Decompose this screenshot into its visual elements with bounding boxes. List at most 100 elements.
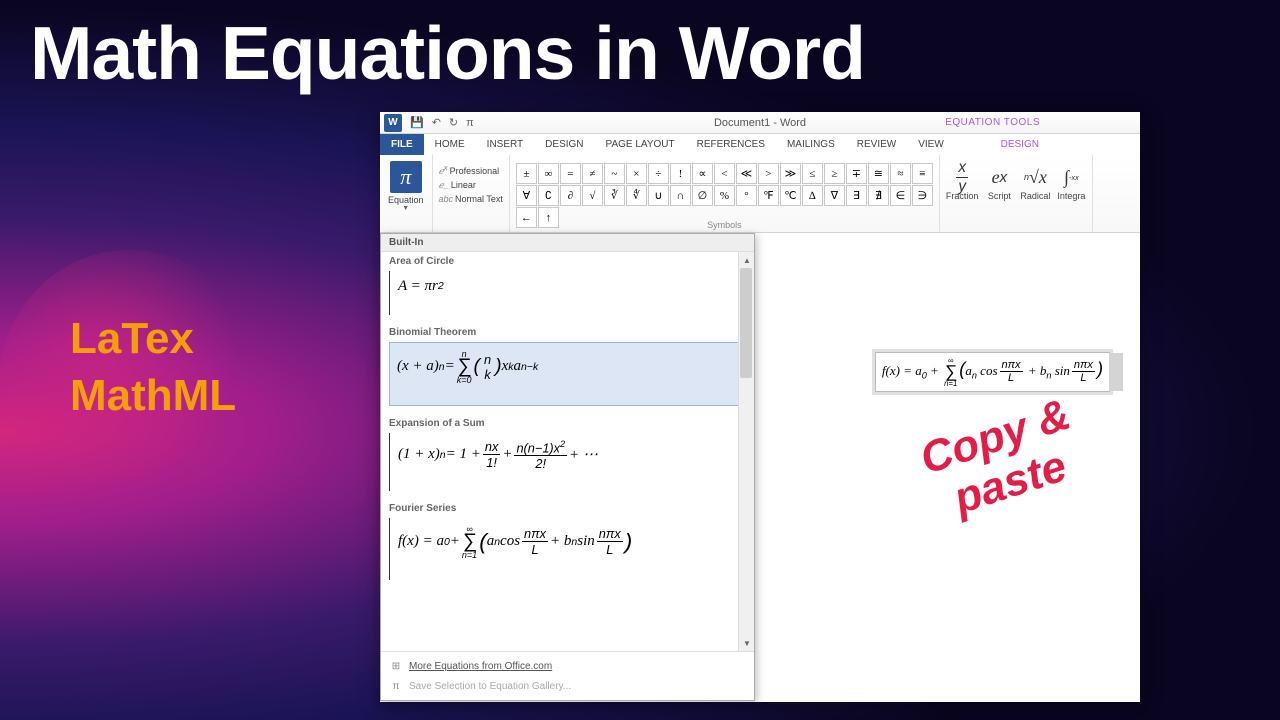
dropdown-header: Built-In [381,234,754,252]
side-line-1: LaTex [70,310,236,367]
qat-redo-icon[interactable]: ↻ [447,116,460,129]
radical-icon: n√x [1020,163,1050,191]
tab-view[interactable]: VIEW [907,134,955,155]
symbol-∞[interactable]: ∞ [538,163,559,184]
symbol-≅[interactable]: ≅ [868,163,889,184]
gallery-item-fourier[interactable]: f(x) = a0 + ∞∑n=1 (an cosnπxL + bn sinnπ… [389,518,746,580]
symbol-∩[interactable]: ∩ [670,185,691,206]
symbol-℉[interactable]: ℉ [758,185,779,206]
symbol-∇[interactable]: ∇ [824,185,845,206]
tab-design[interactable]: DESIGN [534,134,594,155]
equation-button-label: Equation [388,195,424,205]
symbol-∂[interactable]: ∂ [560,185,581,206]
symbol-∛[interactable]: ∛ [604,185,625,206]
integral-button[interactable]: ∫-xxIntegra [1056,163,1086,201]
tab-equation-design[interactable]: DESIGN [990,134,1050,155]
symbol-<[interactable]: < [714,163,735,184]
ribbon-group-tools: ℯxProfessional ℯ_Linear abcNormal Text [433,155,510,232]
scroll-thumb[interactable] [740,268,752,378]
tab-references[interactable]: REFERENCES [686,134,776,155]
symbol-≪[interactable]: ≪ [736,163,757,184]
qat-pi-icon[interactable]: π [464,117,476,129]
gallery-item-title: Fourier Series [381,499,754,516]
symbol-grid: ±∞=≠~×÷!∝<≪>≫≤≥∓≅≈≡ ∀∁∂√∛∜∪∩∅%°℉℃∆∇∃∄∈∋ ←↑ [516,159,933,228]
professional-button[interactable]: ℯxProfessional [439,163,503,177]
qat-undo-icon[interactable]: ↶ [430,116,443,129]
normal-text-button[interactable]: abcNormal Text [439,194,503,204]
symbol-~[interactable]: ~ [604,163,625,184]
symbol-℃[interactable]: ℃ [780,185,801,206]
symbol-×[interactable]: × [626,163,647,184]
gallery-item-area-circle[interactable]: A = πr2 [389,271,746,315]
symbol-![interactable]: ! [670,163,691,184]
symbol-≡[interactable]: ≡ [912,163,933,184]
ribbon-tabs: FILE HOME INSERT DESIGN PAGE LAYOUT REFE… [380,134,1140,155]
symbol-∆[interactable]: ∆ [802,185,823,206]
more-equations-link[interactable]: ⊞ More Equations from Office.com [381,656,754,676]
tab-review[interactable]: REVIEW [846,134,907,155]
symbol->[interactable]: > [758,163,779,184]
script-button[interactable]: exScript [984,163,1014,201]
page-title: Math Equations in Word [30,10,865,96]
symbol-↑[interactable]: ↑ [538,207,559,228]
tab-mailings[interactable]: MAILINGS [776,134,846,155]
gallery-item-expansion[interactable]: (1 + x)n = 1 + nx1! + n(n−1)x22! + ⋯ [389,433,746,491]
symbol-≥[interactable]: ≥ [824,163,845,184]
symbol-∪[interactable]: ∪ [648,185,669,206]
tab-insert[interactable]: INSERT [476,134,535,155]
pi-icon: π [390,161,422,193]
dropdown-scroll-area: Area of Circle A = πr2 Binomial Theorem … [381,252,754,651]
symbol-∄[interactable]: ∄ [868,185,889,206]
symbol-∀[interactable]: ∀ [516,185,537,206]
tab-file[interactable]: FILE [380,134,424,155]
tab-home[interactable]: HOME [424,134,476,155]
symbol-∃[interactable]: ∃ [846,185,867,206]
symbol-∝[interactable]: ∝ [692,163,713,184]
symbol-%[interactable]: % [714,185,735,206]
save-selection-link: π Save Selection to Equation Gallery... [381,676,754,696]
document-equation-field[interactable]: f(x) = a0 + ∞∑n=1(an cosnπxL + bn sinnπx… [875,352,1110,392]
tab-page-layout[interactable]: PAGE LAYOUT [595,134,686,155]
symbol-=[interactable]: = [560,163,581,184]
symbol-±[interactable]: ± [516,163,537,184]
symbol-≤[interactable]: ≤ [802,163,823,184]
symbol-∈[interactable]: ∈ [890,185,911,206]
script-icon: ex [984,163,1014,191]
linear-button[interactable]: ℯ_Linear [439,180,503,191]
dropdown-scrollbar[interactable]: ▲ ▼ [738,252,754,651]
scroll-up-icon[interactable]: ▲ [739,252,754,268]
symbol-∓[interactable]: ∓ [846,163,867,184]
symbol-∁[interactable]: ∁ [538,185,559,206]
gallery-item-title: Binomial Theorem [381,323,754,340]
radical-button[interactable]: n√xRadical [1020,163,1050,201]
quick-access-toolbar: 💾 ↶ ↻ π [408,116,476,129]
symbol-√[interactable]: √ [582,185,603,206]
symbol-∋[interactable]: ∋ [912,185,933,206]
symbol-÷[interactable]: ÷ [648,163,669,184]
integral-icon: ∫-xx [1056,163,1086,191]
symbol-≫[interactable]: ≫ [780,163,801,184]
gallery-item-binomial[interactable]: (x + a)n = n∑k=0 (nk) xkan−k [389,342,746,406]
side-caption: LaTex MathML [70,310,236,424]
ribbon: π Equation ▼ ℯxProfessional ℯ_Linear abc… [380,155,1140,233]
equation-button[interactable]: π Equation ▼ [386,159,426,214]
gallery-item-title: Expansion of a Sum [381,414,754,431]
scroll-down-icon[interactable]: ▼ [739,635,754,651]
gallery-item-title: Area of Circle [381,252,754,269]
fraction-button[interactable]: xyFraction [946,163,979,201]
symbol-←[interactable]: ← [516,207,537,228]
symbol-≈[interactable]: ≈ [890,163,911,184]
symbol-°[interactable]: ° [736,185,757,206]
dropdown-footer: ⊞ More Equations from Office.com π Save … [381,651,754,700]
word-app-icon: W [384,114,402,132]
pi-small-icon: π [389,679,403,693]
word-app-window: W 💾 ↶ ↻ π Document1 - Word EQUATION TOOL… [380,112,1140,702]
symbol-∅[interactable]: ∅ [692,185,713,206]
callout-annotation: Copy & paste [915,391,1091,531]
symbol-≠[interactable]: ≠ [582,163,603,184]
chevron-down-icon: ▼ [402,205,409,212]
symbols-group-label: Symbols [707,220,742,230]
symbol-∜[interactable]: ∜ [626,185,647,206]
ribbon-group-symbols: ±∞=≠~×÷!∝<≪>≫≤≥∓≅≈≡ ∀∁∂√∛∜∪∩∅%°℉℃∆∇∃∄∈∋ ←↑… [510,155,940,232]
qat-save-icon[interactable]: 💾 [408,116,426,129]
